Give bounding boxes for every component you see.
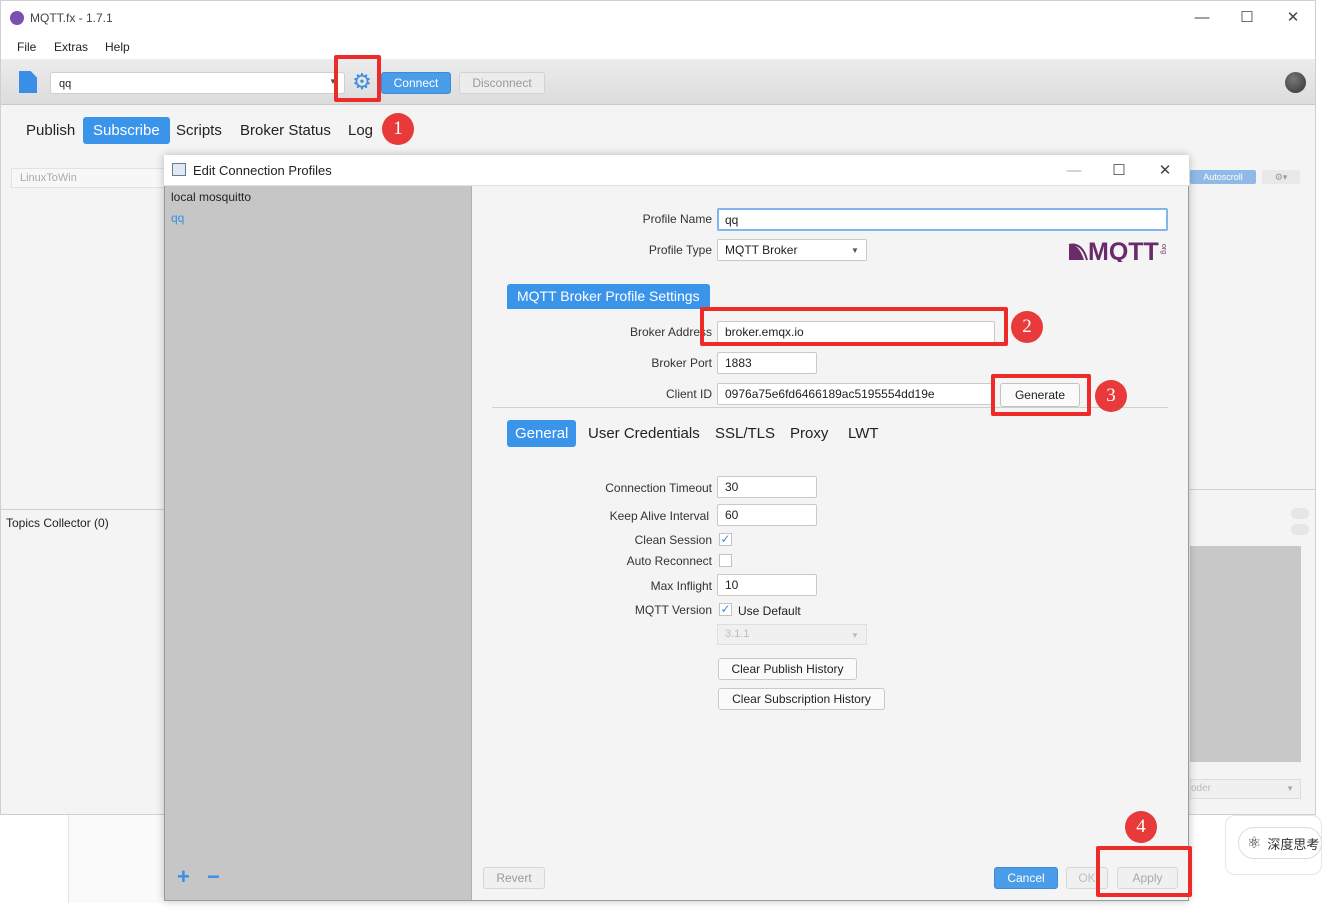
max-inflight-input[interactable]: 10	[717, 574, 817, 596]
mqtt-version-select[interactable]: 3.1.1	[717, 624, 867, 645]
profile-list	[165, 186, 472, 900]
auto-reconnect-checkbox[interactable]	[719, 554, 732, 567]
profile-name-label: Profile Name	[642, 212, 712, 226]
minimize-icon[interactable]: —	[1187, 7, 1217, 29]
title-bar	[1, 1, 1315, 35]
atom-icon: ⚛	[1247, 835, 1262, 852]
window-icon	[172, 163, 186, 176]
menu-extras[interactable]: Extras	[54, 40, 88, 54]
background-window-edge	[1316, 0, 1322, 918]
menu-file[interactable]: File	[17, 40, 36, 54]
message-payload-area	[1190, 546, 1301, 762]
tab-publish[interactable]: Publish	[16, 117, 85, 144]
app-title: MQTT.fx - 1.7.1	[30, 11, 113, 25]
divider	[1190, 489, 1315, 490]
close-icon[interactable]: ✕	[1150, 160, 1180, 182]
connection-status-indicator	[1285, 72, 1306, 93]
revert-button[interactable]: Revert	[483, 867, 545, 889]
callout-box-broker-address	[700, 307, 1008, 346]
disconnect-button[interactable]: Disconnect	[459, 72, 545, 94]
broker-profile-settings-header: MQTT Broker Profile Settings	[507, 284, 710, 309]
close-icon[interactable]: ✕	[1278, 7, 1308, 29]
profile-name-input[interactable]: qq	[717, 208, 1168, 231]
deep-think-button[interactable]: ⚛ 深度思考	[1238, 827, 1322, 859]
deep-think-label: 深度思考	[1267, 836, 1320, 852]
maximize-icon[interactable]: ☐	[1104, 160, 1134, 182]
keep-alive-label: Keep Alive Interval	[609, 509, 709, 523]
profile-type-select[interactable]: MQTT Broker	[717, 239, 867, 261]
keep-alive-input[interactable]: 60	[717, 504, 817, 526]
minimize-icon[interactable]: —	[1059, 160, 1089, 182]
client-id-input[interactable]: 0976a75e6fd6466189ac5195554dd19e	[717, 383, 992, 405]
topics-collector-label: Topics Collector (0)	[6, 516, 109, 530]
background-panel	[68, 815, 164, 903]
tab-user-credentials[interactable]: User Credentials	[580, 420, 708, 447]
max-inflight-label: Max Inflight	[650, 579, 712, 593]
auto-reconnect-label: Auto Reconnect	[626, 554, 712, 568]
mqtt-logo-text: MQTT	[1088, 238, 1159, 262]
tab-proxy[interactable]: Proxy	[782, 420, 836, 447]
step-badge-3: 3	[1095, 380, 1127, 412]
cancel-button[interactable]: Cancel	[994, 867, 1058, 889]
clean-session-checkbox[interactable]: ✓	[719, 533, 732, 546]
topics-collector-panel	[1, 509, 165, 814]
profile-item-local-mosquitto[interactable]: local mosquitto	[171, 190, 251, 204]
profile-combo[interactable]: qq	[50, 72, 345, 94]
chevron-down-icon[interactable]: ▼	[851, 631, 859, 640]
client-id-label: Client ID	[665, 387, 712, 401]
topic-input[interactable]: LinuxToWin	[11, 168, 169, 188]
broker-port-input[interactable]: 1883	[717, 352, 817, 374]
toggle[interactable]	[1291, 524, 1309, 535]
tab-log[interactable]: Log	[338, 117, 383, 144]
dialog-title: Edit Connection Profiles	[193, 163, 332, 178]
menu-bar	[1, 35, 1315, 59]
step-badge-1: 1	[382, 113, 414, 145]
connection-timeout-label: Connection Timeout	[605, 481, 712, 495]
step-badge-4: 4	[1125, 811, 1157, 843]
callout-box-apply	[1096, 846, 1192, 897]
clean-session-label: Clean Session	[634, 533, 712, 547]
connection-timeout-input[interactable]: 30	[717, 476, 817, 498]
app-icon	[10, 11, 24, 25]
use-default-checkbox[interactable]: ✓	[719, 603, 732, 616]
toggle[interactable]	[1291, 508, 1309, 519]
decoder-select[interactable]: oder ▼	[1190, 779, 1301, 799]
tab-lwt[interactable]: LWT	[840, 420, 887, 447]
tab-general[interactable]: General	[507, 420, 577, 447]
autoscroll-button[interactable]: Autoscroll	[1190, 170, 1256, 184]
callout-box-generate	[991, 374, 1091, 416]
decoder-label: oder	[1191, 783, 1212, 794]
remove-profile-button[interactable]: −	[207, 864, 220, 890]
maximize-icon[interactable]: ☐	[1232, 7, 1262, 29]
step-badge-2: 2	[1011, 311, 1043, 343]
settings-dropdown-icon[interactable]: ⚙▾	[1262, 170, 1300, 184]
callout-box-gear	[334, 55, 381, 102]
tab-ssl-tls[interactable]: SSL/TLS	[707, 420, 783, 447]
chevron-down-icon[interactable]: ▼	[851, 246, 859, 255]
mqtt-logo-sub: org	[1160, 244, 1167, 254]
profile-type-label: Profile Type	[648, 243, 712, 257]
mqtt-version-label: MQTT Version	[634, 603, 712, 617]
menu-help[interactable]: Help	[105, 40, 130, 54]
connect-button[interactable]: Connect	[381, 72, 451, 94]
tab-subscribe[interactable]: Subscribe	[83, 117, 170, 144]
broker-address-label: Broker Address	[629, 325, 712, 339]
add-profile-button[interactable]: +	[177, 864, 190, 890]
profile-item-qq[interactable]: qq	[171, 211, 184, 225]
tab-scripts[interactable]: Scripts	[166, 117, 232, 144]
tab-broker-status[interactable]: Broker Status	[230, 117, 341, 144]
clear-subscription-history-button[interactable]: Clear Subscription History	[718, 688, 885, 710]
broker-port-label: Broker Port	[651, 356, 712, 370]
clear-publish-history-button[interactable]: Clear Publish History	[718, 658, 857, 680]
use-default-label: Use Default	[738, 604, 801, 618]
chevron-down-icon: ▼	[1286, 784, 1294, 793]
mqtt-logo: MQTT org	[1068, 238, 1167, 262]
